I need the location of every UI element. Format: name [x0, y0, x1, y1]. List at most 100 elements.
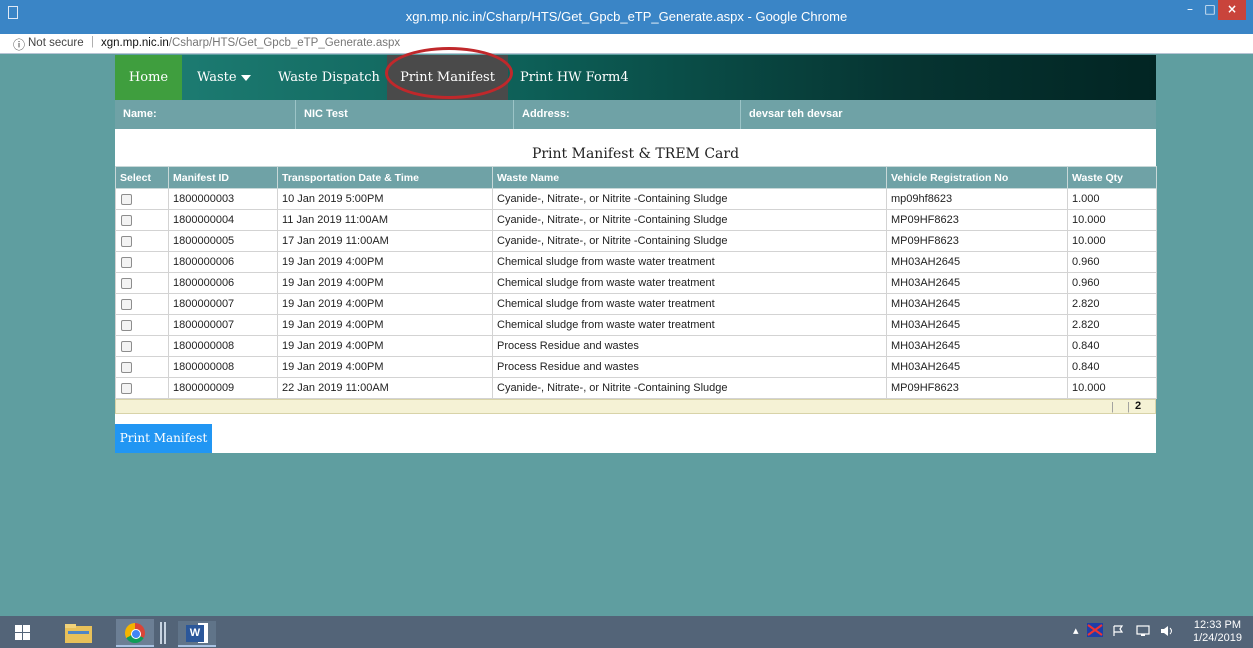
security-label[interactable]: Not secure — [28, 37, 84, 49]
close-button[interactable]: × — [1218, 0, 1246, 20]
waste-name: Cyanide-, Nitrate-, or Nitrite -Containi… — [492, 230, 887, 252]
transport-date: 19 Jan 2019 4:00PM — [277, 356, 493, 378]
waste-name: Process Residue and wastes — [492, 356, 887, 378]
waste-qty: 0.960 — [1067, 251, 1157, 273]
browser-title-bar: xgn.mp.nic.in/Csharp/HTS/Get_Gpcb_eTP_Ge… — [0, 0, 1253, 34]
window-title: xgn.mp.nic.in/Csharp/HTS/Get_Gpcb_eTP_Ge… — [405, 9, 848, 24]
table-row: 1800000004 11 Jan 2019 11:00AM Cyanide-, N… — [115, 209, 1157, 231]
main-navigation: Home Waste Waste Dispatch Print Manifest… — [115, 55, 1156, 100]
manifest-id: 1800000009 — [168, 377, 278, 399]
word-icon: W — [186, 625, 204, 642]
row-checkbox[interactable] — [121, 319, 132, 331]
transport-date: 10 Jan 2019 5:00PM — [277, 188, 493, 210]
row-checkbox[interactable] — [121, 256, 132, 268]
manifest-id: 1800000006 — [168, 272, 278, 294]
print-manifest-button[interactable]: Print Manifest — [115, 424, 212, 453]
nav-waste-dropdown[interactable]: Waste — [197, 55, 251, 100]
table-header-row: Select Manifest ID Transportation Date &… — [115, 166, 1157, 189]
header-waste-qty: Waste Qty — [1067, 166, 1157, 189]
manifest-id: 1800000005 — [168, 230, 278, 252]
row-checkbox[interactable] — [121, 361, 132, 373]
transport-date: 19 Jan 2019 4:00PM — [277, 272, 493, 294]
waste-name: Chemical sludge from waste water treatme… — [492, 293, 887, 315]
tray-app-icon[interactable] — [1087, 623, 1103, 641]
file-explorer-icon[interactable] — [64, 622, 94, 644]
word-taskbar-icon[interactable]: W — [178, 621, 216, 647]
nav-print-hw-form4[interactable]: Print HW Form4 — [520, 55, 629, 100]
vehicle-reg: MH03AH2645 — [886, 293, 1068, 315]
table-row: 1800000006 19 Jan 2019 4:00PM Chemical slu… — [115, 272, 1157, 294]
volume-icon[interactable] — [1160, 625, 1174, 643]
nav-waste-dispatch[interactable]: Waste Dispatch — [278, 55, 380, 100]
info-icon[interactable]: ⓘ — [13, 36, 25, 53]
nav-home[interactable]: Home — [115, 55, 182, 100]
name-value: NIC Test — [296, 100, 514, 129]
row-checkbox[interactable] — [121, 298, 132, 310]
vehicle-reg: MP09HF8623 — [886, 230, 1068, 252]
address-label: Address: — [514, 100, 741, 129]
transport-date: 17 Jan 2019 11:00AM — [277, 230, 493, 252]
row-checkbox[interactable] — [121, 340, 132, 352]
transport-date: 19 Jan 2019 4:00PM — [277, 335, 493, 357]
waste-qty: 2.820 — [1067, 293, 1157, 315]
chrome-taskbar-icon[interactable] — [116, 619, 154, 647]
waste-name: Chemical sludge from waste water treatme… — [492, 314, 887, 336]
transport-date: 11 Jan 2019 11:00AM — [277, 209, 493, 231]
manifest-id: 1800000008 — [168, 335, 278, 357]
row-checkbox[interactable] — [121, 193, 132, 205]
windows-start-icon[interactable] — [15, 625, 31, 640]
clock-time: 12:33 PM — [1193, 619, 1242, 631]
vehicle-reg: MH03AH2645 — [886, 251, 1068, 273]
table-row: 1800000005 17 Jan 2019 11:00AM Cyanide-, N… — [115, 230, 1157, 252]
table-row: 1800000007 19 Jan 2019 4:00PM Chemical slu… — [115, 314, 1157, 336]
nav-waste-label: Waste — [197, 70, 237, 85]
waste-name: Process Residue and wastes — [492, 335, 887, 357]
row-checkbox[interactable] — [121, 277, 132, 289]
table-row: 1800000008 19 Jan 2019 4:00PM Process Resi… — [115, 335, 1157, 357]
waste-qty: 10.000 — [1067, 230, 1157, 252]
name-label: Name: — [115, 100, 296, 129]
table-row: 1800000003 10 Jan 2019 5:00PM Cyanide-, Ni… — [115, 188, 1157, 210]
header-transport-date: Transportation Date & Time — [277, 166, 493, 189]
table-pager: | 1 | 2 — [115, 399, 1156, 414]
maximize-button[interactable]: □ — [1200, 0, 1220, 20]
tray-chevron-icon[interactable]: ▴ — [1073, 624, 1079, 642]
network-icon[interactable] — [1136, 625, 1150, 643]
address-bar[interactable]: ⓘ Not secure | xgn.mp.nic.in/Csharp/HTS/… — [0, 34, 1253, 54]
address-separator: | — [91, 36, 94, 48]
select-cell — [115, 377, 169, 399]
pager-page-2[interactable]: 2 — [1135, 400, 1141, 412]
minimize-button[interactable]: – — [1180, 0, 1200, 20]
transport-date: 19 Jan 2019 4:00PM — [277, 293, 493, 315]
row-checkbox[interactable] — [121, 382, 132, 394]
address-value: devsar teh devsar — [749, 108, 843, 120]
select-cell — [115, 251, 169, 273]
select-cell — [115, 272, 169, 294]
manifest-panel: Print Manifest & TREM Card Select Manife… — [115, 129, 1157, 453]
flag-icon[interactable] — [1112, 625, 1124, 643]
header-select: Select — [115, 166, 169, 189]
select-cell — [115, 188, 169, 210]
header-manifest-id: Manifest ID — [168, 166, 278, 189]
manifest-id: 1800000007 — [168, 314, 278, 336]
table-row: 1800000006 19 Jan 2019 4:00PM Chemical slu… — [115, 251, 1157, 273]
header-waste-name: Waste Name — [492, 166, 887, 189]
highlight-annotation — [385, 47, 513, 99]
row-checkbox[interactable] — [121, 214, 132, 226]
manifest-id: 1800000006 — [168, 251, 278, 273]
transport-date: 19 Jan 2019 4:00PM — [277, 314, 493, 336]
windows-taskbar: W ▴ 12:33 PM 1/24/2019 — [0, 616, 1253, 648]
panel-title: Print Manifest & TREM Card — [531, 146, 740, 162]
caret-down-icon — [240, 74, 251, 81]
select-cell — [115, 209, 169, 231]
select-cell — [115, 314, 169, 336]
manifest-id: 1800000004 — [168, 209, 278, 231]
clock-date: 1/24/2019 — [1193, 632, 1242, 644]
table-row: 1800000009 22 Jan 2019 11:00AM Cyanide-, N… — [115, 377, 1157, 399]
row-checkbox[interactable] — [121, 235, 132, 247]
url-text[interactable]: xgn.mp.nic.in/Csharp/HTS/Get_Gpcb_eTP_Ge… — [101, 37, 400, 49]
url-path: /Csharp/HTS/Get_Gpcb_eTP_Generate.aspx — [168, 37, 401, 49]
system-clock[interactable]: 12:33 PM 1/24/2019 — [1193, 619, 1242, 645]
waste-name: Chemical sludge from waste water treatme… — [492, 272, 887, 294]
manifest-table: Select Manifest ID Transportation Date &… — [115, 166, 1157, 399]
